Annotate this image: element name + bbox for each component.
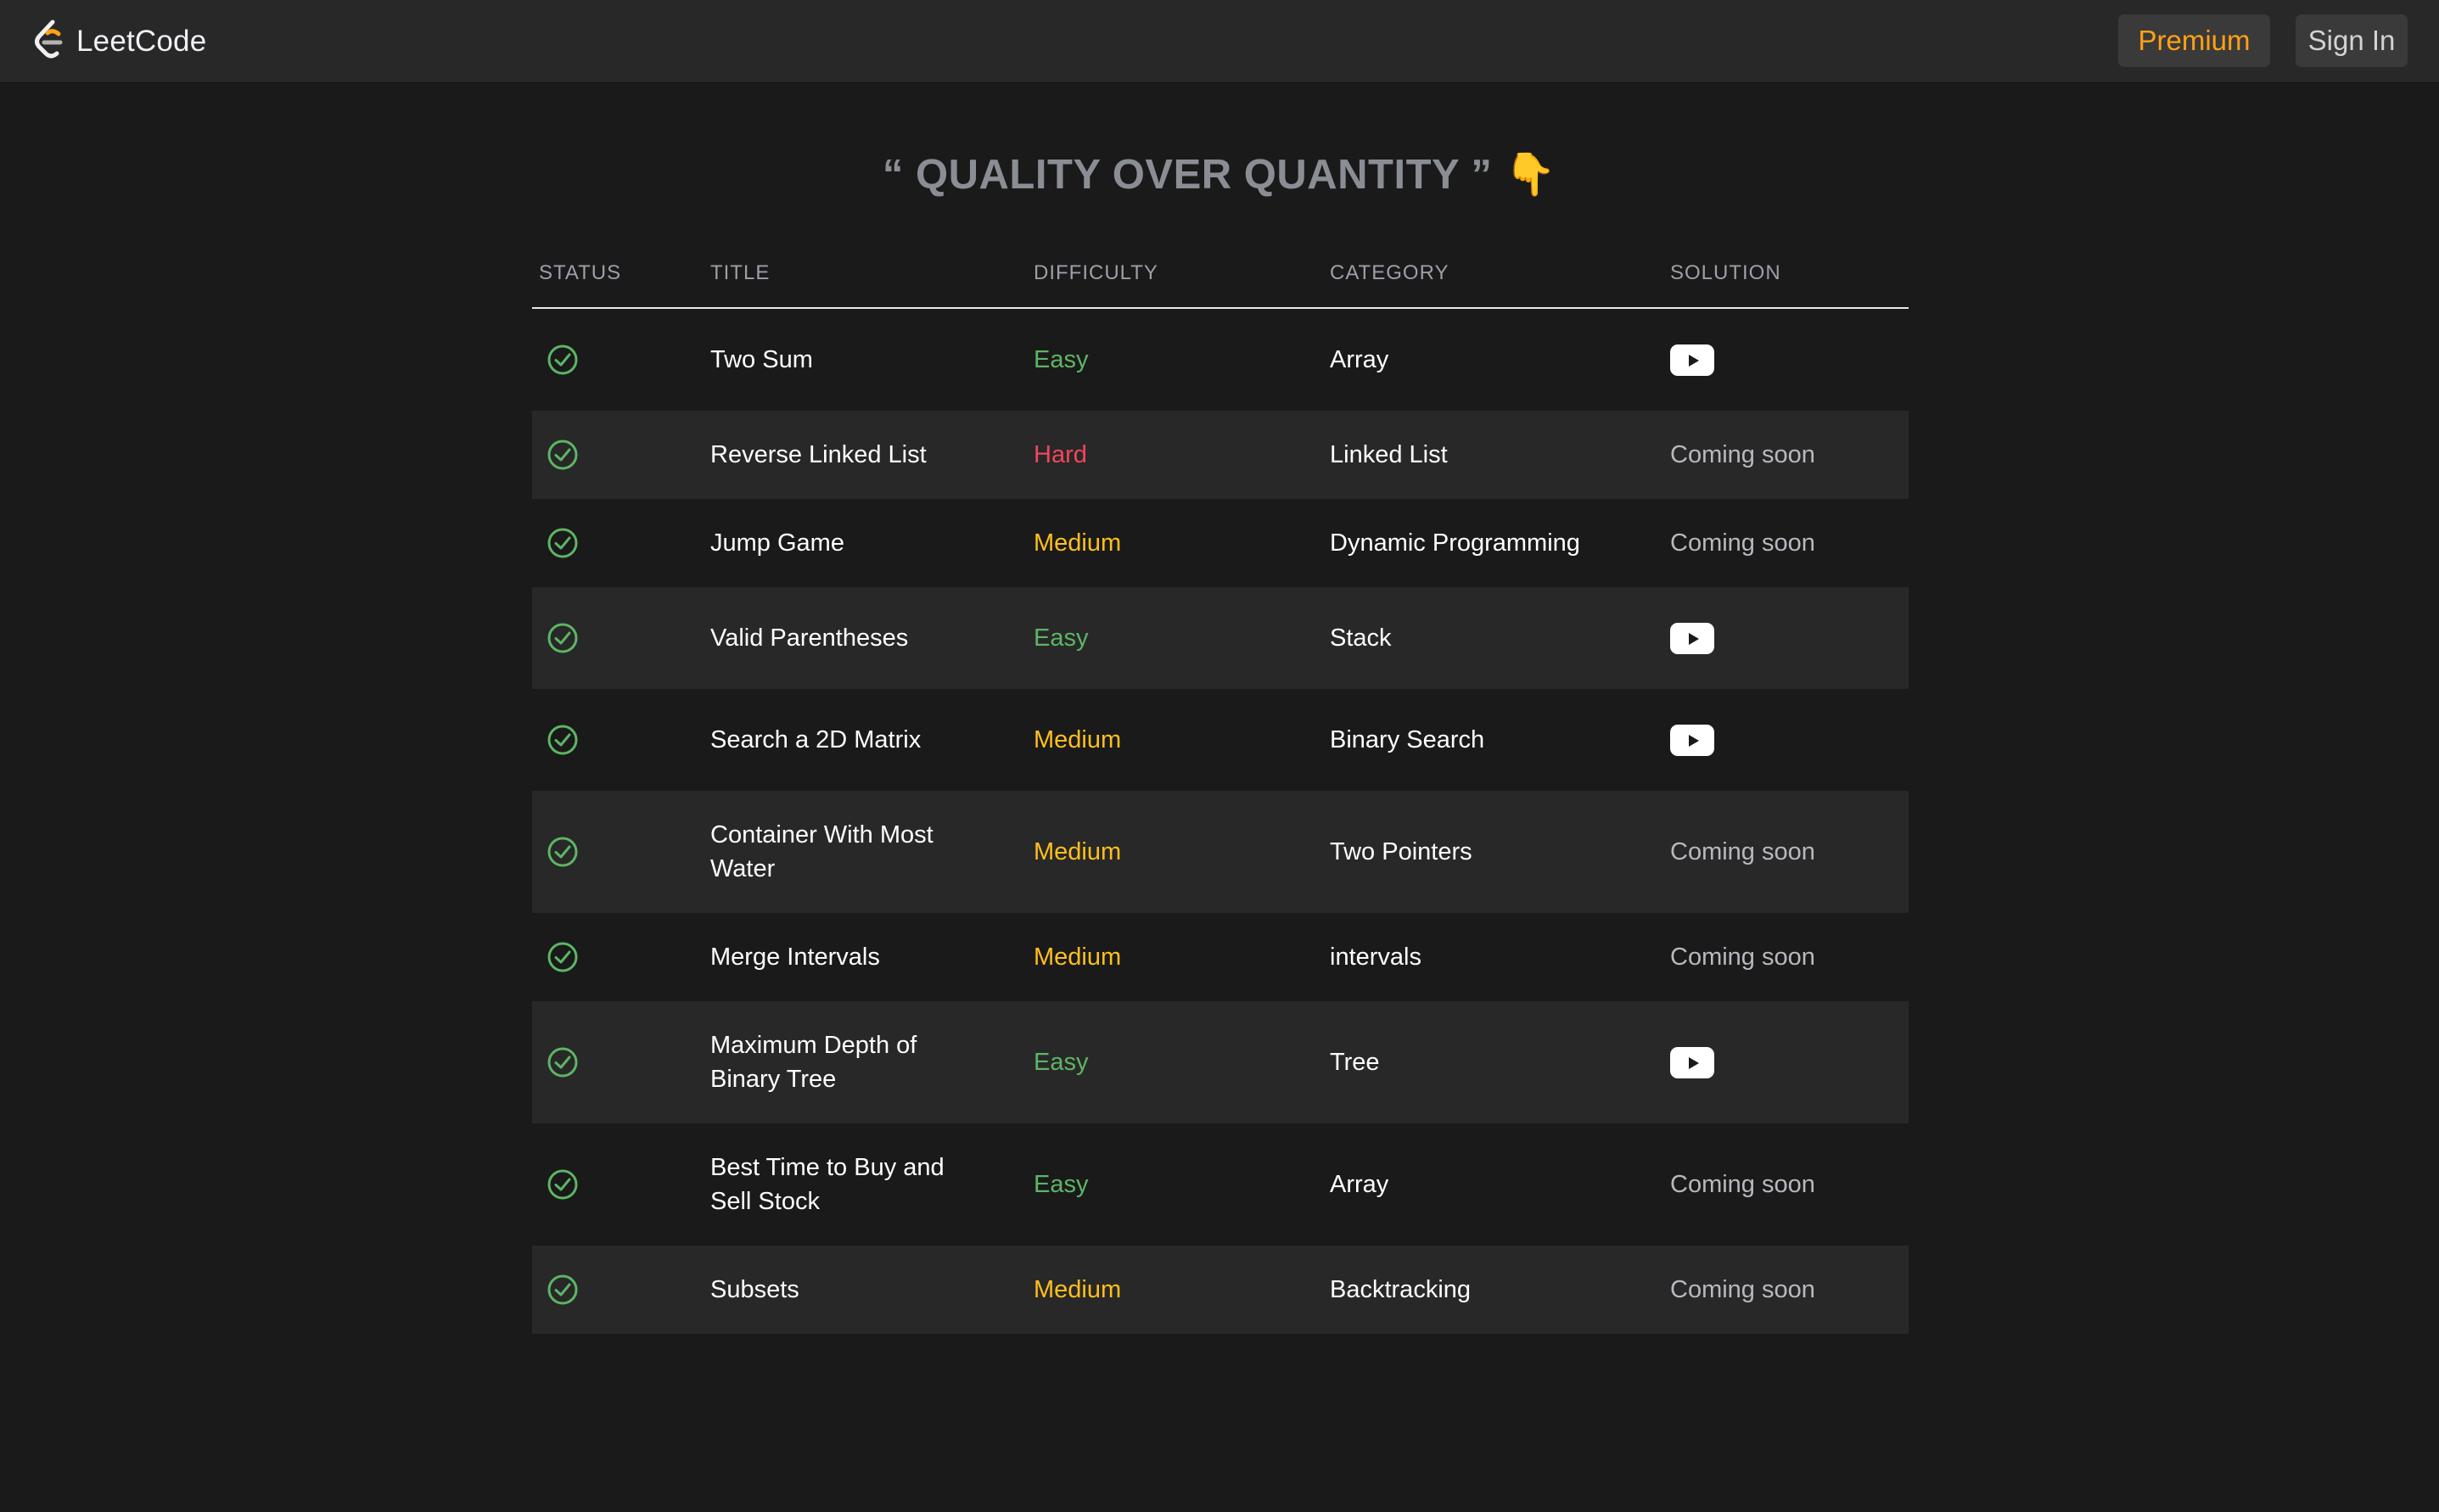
page: LeetCode Premium Sign In “ QUALITY OVER … (0, 0, 2439, 1512)
category-label: Stack (1330, 624, 1392, 652)
solution-status-text: Coming soon (1670, 529, 1815, 557)
check-circle-icon (546, 499, 698, 587)
check-circle-icon (546, 309, 698, 411)
table-row[interactable]: Reverse Linked List Hard Linked List Coming… (532, 411, 1909, 499)
difficulty-label: Easy (1034, 624, 1089, 652)
problem-title-link[interactable]: Reverse Linked List (710, 411, 990, 499)
difficulty-label: Medium (1034, 726, 1122, 753)
problem-title-link[interactable]: Valid Parentheses (710, 587, 990, 689)
problem-title-link[interactable]: Container With Most Water (710, 791, 990, 913)
table-row[interactable]: Container With Most Water Medium Two Point… (532, 791, 1909, 913)
difficulty-label: Medium (1034, 944, 1122, 971)
category-label: Binary Search (1330, 726, 1485, 753)
category-label: intervals (1330, 944, 1421, 971)
problem-title-link[interactable]: Two Sum (710, 309, 990, 411)
sign-in-button[interactable]: Sign In (2296, 14, 2408, 67)
table-header: STATUS TITLE DIFFICULTY CATEGORY SOLUTIO… (532, 246, 1909, 309)
quote-text: “ QUALITY OVER QUANTITY ” (882, 152, 1493, 198)
check-circle-icon (546, 587, 698, 689)
logo[interactable]: LeetCode (31, 19, 206, 64)
problem-title-link[interactable]: Jump Game (710, 499, 990, 587)
youtube-play-icon[interactable] (1670, 1046, 1714, 1078)
solution-status-text: Coming soon (1670, 441, 1815, 468)
check-circle-icon (546, 791, 698, 913)
page-quote: “ QUALITY OVER QUANTITY ” 👇 (0, 150, 2439, 199)
solution-status-text: Coming soon (1670, 1276, 1815, 1303)
category-label: Linked List (1330, 441, 1448, 468)
category-label: Array (1330, 346, 1389, 373)
youtube-play-icon[interactable] (1670, 622, 1714, 654)
check-circle-icon (546, 913, 698, 1001)
problem-title-link[interactable]: Best Time to Buy and Sell Stock (710, 1123, 990, 1246)
solution-status-text: Coming soon (1670, 944, 1815, 971)
solution-cell (1670, 309, 1908, 411)
category-label: Dynamic Programming (1330, 529, 1580, 557)
check-circle-icon (546, 411, 698, 499)
brand-name: LeetCode (76, 25, 207, 58)
check-circle-icon (546, 1123, 698, 1246)
table-row[interactable]: Maximum Depth of Binary Tree Easy Tree (532, 1001, 1909, 1123)
problem-title-link[interactable]: Subsets (710, 1246, 990, 1334)
header-status: STATUS (539, 261, 622, 284)
table-row[interactable]: Best Time to Buy and Sell Stock Easy Array… (532, 1123, 1909, 1246)
solution-status-text: Coming soon (1670, 1171, 1815, 1198)
check-circle-icon (546, 1246, 698, 1334)
difficulty-label: Easy (1034, 346, 1089, 373)
difficulty-label: Easy (1034, 1049, 1089, 1076)
solution-cell (1670, 689, 1908, 791)
table-row[interactable]: Two Sum Easy Array (532, 309, 1909, 411)
solution-cell (1670, 1001, 1908, 1123)
category-label: Two Pointers (1330, 838, 1472, 865)
difficulty-label: Medium (1034, 529, 1122, 557)
category-label: Array (1330, 1171, 1389, 1198)
table-row[interactable]: Valid Parentheses Easy Stack (532, 587, 1909, 689)
check-circle-icon (546, 689, 698, 791)
check-circle-icon (546, 1001, 698, 1123)
youtube-play-icon[interactable] (1670, 724, 1714, 756)
header-title: TITLE (710, 261, 771, 284)
pointing-down-emoji: 👇 (1504, 152, 1557, 198)
difficulty-label: Medium (1034, 1276, 1122, 1303)
youtube-play-icon[interactable] (1670, 344, 1714, 376)
table-body: Two Sum Easy Array Reverse Linked List Hard L… (532, 309, 1909, 1334)
top-navbar: LeetCode Premium Sign In (0, 0, 2439, 82)
header-solution: SOLUTION (1670, 261, 1781, 284)
leetcode-logo-icon (35, 20, 63, 59)
problem-title-link[interactable]: Maximum Depth of Binary Tree (710, 1001, 990, 1123)
header-category: CATEGORY (1330, 261, 1449, 284)
premium-button[interactable]: Premium (2118, 14, 2270, 67)
table-row[interactable]: Merge Intervals Medium intervals Coming soo… (532, 913, 1909, 1001)
difficulty-label: Hard (1034, 441, 1087, 468)
table-row[interactable]: Search a 2D Matrix Medium Binary Search (532, 689, 1909, 791)
problem-title-link[interactable]: Search a 2D Matrix (710, 689, 990, 791)
problem-title-link[interactable]: Merge Intervals (710, 913, 990, 1001)
table-row[interactable]: Jump Game Medium Dynamic Programming Coming… (532, 499, 1909, 587)
solution-cell (1670, 587, 1908, 689)
table-row[interactable]: Subsets Medium Backtracking Coming soon (532, 1246, 1909, 1334)
category-label: Backtracking (1330, 1276, 1472, 1303)
solution-status-text: Coming soon (1670, 838, 1815, 865)
difficulty-label: Medium (1034, 838, 1122, 865)
difficulty-label: Easy (1034, 1171, 1089, 1198)
header-difficulty: DIFFICULTY (1034, 261, 1158, 284)
category-label: Tree (1330, 1049, 1380, 1076)
problems-table: STATUS TITLE DIFFICULTY CATEGORY SOLUTIO… (532, 246, 1909, 1334)
